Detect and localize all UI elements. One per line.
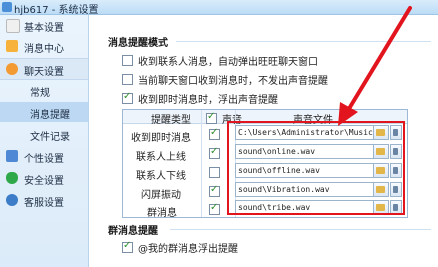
checkbox-sound-on-message[interactable] <box>122 91 133 104</box>
sidebar-item-chat-settings[interactable]: 聊天设置 <box>0 58 88 80</box>
title-bar: hjb617 - 系统设置 <box>0 0 438 16</box>
sidebar-item-message-center[interactable]: 消息中心 <box>0 36 88 56</box>
option-auto-popup[interactable]: 收到联系人消息，自动弹出旺旺聊天窗口 <box>122 53 318 68</box>
option-sound-on-message[interactable]: 收到即时消息时，浮出声音提醒 <box>122 91 278 106</box>
chat-icon <box>6 63 18 75</box>
sidebar-item-personalize[interactable]: 个性设置 <box>0 146 88 166</box>
row-sound-checkbox[interactable] <box>209 167 220 178</box>
column-divider <box>201 110 202 217</box>
row-sound-checkbox[interactable] <box>209 127 220 140</box>
app-icon <box>2 2 12 12</box>
checkbox-no-sound-current-window[interactable] <box>122 74 133 85</box>
window-title: hjb617 - 系统设置 <box>14 5 99 16</box>
personalize-icon <box>6 150 18 162</box>
sidebar-item-file-records[interactable]: 文件记录 <box>0 124 88 144</box>
row-type: 群消息 <box>147 208 177 219</box>
row-sound-checkbox[interactable] <box>209 146 220 159</box>
annotation-highlight-box <box>227 121 405 215</box>
row-type: 联系人下线 <box>136 171 186 182</box>
checkbox-auto-popup[interactable] <box>122 55 133 66</box>
row-sound-checkbox[interactable] <box>209 202 220 215</box>
option-group-at-me[interactable]: @我的群消息浮出提醒 <box>122 240 238 255</box>
row-sound-checkbox[interactable] <box>209 184 220 197</box>
row-type: 收到即时消息 <box>131 133 191 144</box>
shield-icon <box>6 172 18 184</box>
option-no-sound-current-window[interactable]: 当前聊天窗口收到消息时，不发出声音提醒 <box>122 72 328 87</box>
header-type: 提醒类型 <box>151 115 191 126</box>
header-sound-checkbox[interactable] <box>206 111 217 124</box>
group-alert-title: 群消息提醒 <box>108 226 158 237</box>
sidebar-item-general[interactable]: 常规 <box>0 80 88 100</box>
row-type: 闪屏振动 <box>141 190 181 201</box>
sidebar: 基本设置 消息中心 聊天设置 常规 消息提醒 文件记录 个性设置 安全设置 客服… <box>0 15 89 267</box>
sidebar-item-message-alert[interactable]: 消息提醒 <box>0 102 88 122</box>
checkbox-group-at-me[interactable] <box>122 240 133 253</box>
settings-icon <box>6 19 20 33</box>
section-divider <box>170 229 431 230</box>
sidebar-item-basic[interactable]: 基本设置 <box>0 15 88 35</box>
mail-icon <box>6 40 18 52</box>
section-divider <box>176 41 431 42</box>
sidebar-item-security[interactable]: 安全设置 <box>0 168 88 188</box>
message-alert-title: 消息提醒模式 <box>108 38 168 49</box>
headset-icon <box>6 194 18 206</box>
sidebar-item-customer-service[interactable]: 客服设置 <box>0 190 88 210</box>
row-type: 联系人上线 <box>136 152 186 163</box>
